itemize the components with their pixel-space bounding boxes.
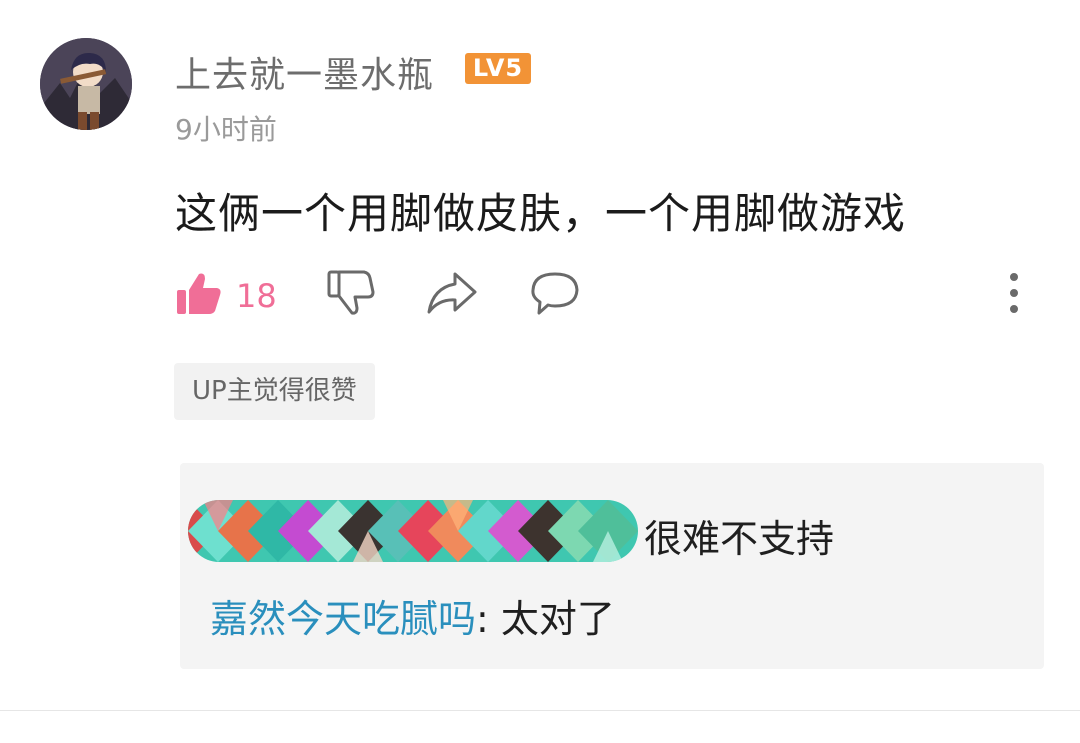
thumbs-down-icon bbox=[327, 270, 375, 315]
reply-text: 很难不支持 bbox=[644, 517, 835, 561]
redacted-username bbox=[188, 500, 638, 562]
reply-separator: : bbox=[476, 597, 501, 641]
comment-timestamp: 9小时前 bbox=[175, 113, 277, 146]
avatar[interactable] bbox=[40, 38, 132, 130]
comment-username[interactable]: 上去就一墨水瓶 bbox=[175, 46, 434, 98]
like-button[interactable] bbox=[175, 270, 223, 318]
more-options-button[interactable] bbox=[995, 272, 1033, 314]
more-vertical-icon bbox=[1010, 273, 1018, 313]
level-badge: LV5 bbox=[465, 53, 531, 84]
reply-username[interactable]: 嘉然今天吃腻吗 bbox=[210, 597, 476, 641]
comment-text: 这俩一个用脚做皮肤，一个用脚做游戏 bbox=[175, 189, 907, 238]
share-button[interactable] bbox=[425, 268, 479, 318]
reply-item[interactable]: 嘉然今天吃腻吗: 太对了 bbox=[210, 588, 615, 643]
comment-icon bbox=[531, 272, 579, 315]
reply-button[interactable] bbox=[529, 268, 581, 318]
divider bbox=[0, 710, 1080, 711]
like-count: 18 bbox=[236, 277, 277, 315]
share-icon bbox=[427, 272, 477, 314]
reply-text: 太对了 bbox=[500, 597, 615, 641]
dislike-button[interactable] bbox=[326, 268, 376, 318]
thumbs-up-icon bbox=[177, 273, 221, 314]
up-liked-tag: UP主觉得很赞 bbox=[174, 363, 375, 420]
